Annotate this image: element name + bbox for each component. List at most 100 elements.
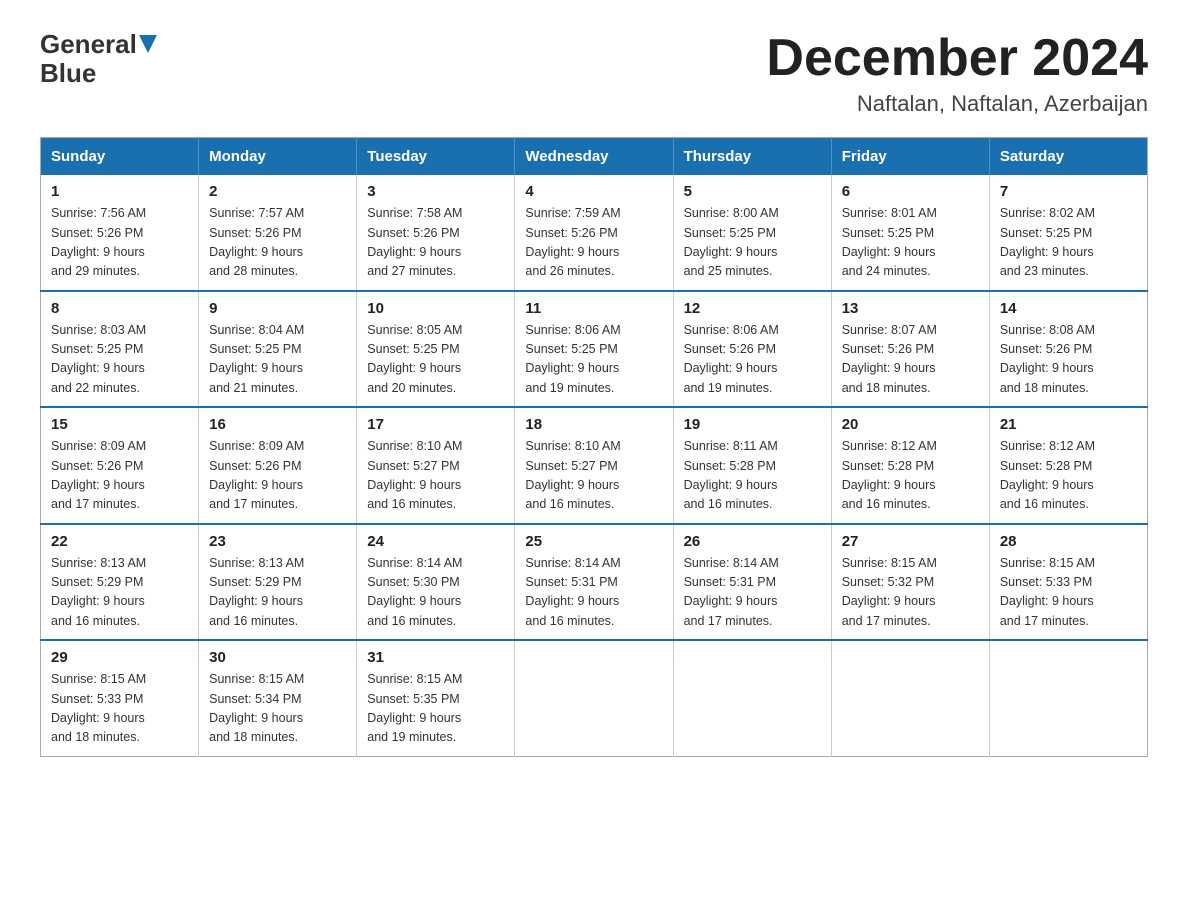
- day-info: Sunrise: 8:14 AMSunset: 5:31 PMDaylight:…: [525, 554, 662, 632]
- day-info: Sunrise: 8:15 AMSunset: 5:34 PMDaylight:…: [209, 670, 346, 748]
- day-info: Sunrise: 8:09 AMSunset: 5:26 PMDaylight:…: [51, 437, 188, 515]
- calendar-week-1: 1 Sunrise: 7:56 AMSunset: 5:26 PMDaylight…: [41, 175, 1148, 291]
- calendar-cell: 5Sunrise: 8:00 AMSunset: 5:25 PMDaylight…: [673, 175, 831, 291]
- calendar-cell: 15 Sunrise: 8:09 AMSunset: 5:26 PMDayligh…: [41, 407, 199, 524]
- calendar-cell: 2 Sunrise: 7:57 AMSunset: 5:26 PMDaylight…: [199, 175, 357, 291]
- day-info: Sunrise: 8:03 AMSunset: 5:25 PMDaylight:…: [51, 321, 188, 399]
- day-info: Sunrise: 8:05 AMSunset: 5:25 PMDaylight:…: [367, 321, 504, 399]
- day-info: Sunrise: 7:57 AMSunset: 5:26 PMDaylight:…: [209, 204, 346, 282]
- day-info: Sunrise: 8:13 AMSunset: 5:29 PMDaylight:…: [51, 554, 188, 632]
- calendar-week-2: 8 Sunrise: 8:03 AMSunset: 5:25 PMDaylight…: [41, 291, 1148, 408]
- calendar-cell: [831, 640, 989, 756]
- day-info: Sunrise: 7:58 AMSunset: 5:26 PMDaylight:…: [367, 204, 504, 282]
- calendar-cell: [989, 640, 1147, 756]
- title-block: December 2024 Naftalan, Naftalan, Azerba…: [766, 30, 1148, 117]
- day-info: Sunrise: 8:02 AMSunset: 5:25 PMDaylight:…: [1000, 204, 1137, 282]
- weekday-header-row: SundayMondayTuesdayWednesdayThursdayFrid…: [41, 138, 1148, 176]
- day-number: 16: [209, 416, 346, 433]
- calendar-cell: 31 Sunrise: 8:15 AMSunset: 5:35 PMDayligh…: [357, 640, 515, 756]
- calendar-cell: [515, 640, 673, 756]
- day-number: 12: [684, 300, 821, 317]
- day-info: Sunrise: 7:56 AMSunset: 5:26 PMDaylight:…: [51, 204, 188, 282]
- calendar-cell: 16 Sunrise: 8:09 AMSunset: 5:26 PMDayligh…: [199, 407, 357, 524]
- day-number: 29: [51, 649, 188, 666]
- day-number: 1: [51, 183, 188, 200]
- calendar-cell: 3 Sunrise: 7:58 AMSunset: 5:26 PMDaylight…: [357, 175, 515, 291]
- calendar-cell: 21Sunrise: 8:12 AMSunset: 5:28 PMDayligh…: [989, 407, 1147, 524]
- calendar-table: SundayMondayTuesdayWednesdayThursdayFrid…: [40, 137, 1148, 757]
- day-number: 3: [367, 183, 504, 200]
- day-number: 18: [525, 416, 662, 433]
- calendar-cell: 18 Sunrise: 8:10 AMSunset: 5:27 PMDayligh…: [515, 407, 673, 524]
- calendar-cell: 8 Sunrise: 8:03 AMSunset: 5:25 PMDaylight…: [41, 291, 199, 408]
- calendar-cell: 7 Sunrise: 8:02 AMSunset: 5:25 PMDaylight…: [989, 175, 1147, 291]
- logo-triangle-icon: [139, 33, 157, 55]
- day-number: 15: [51, 416, 188, 433]
- calendar-cell: 24 Sunrise: 8:14 AMSunset: 5:30 PMDayligh…: [357, 524, 515, 641]
- day-info: Sunrise: 8:15 AMSunset: 5:35 PMDaylight:…: [367, 670, 504, 748]
- calendar-week-3: 15 Sunrise: 8:09 AMSunset: 5:26 PMDayligh…: [41, 407, 1148, 524]
- day-number: 8: [51, 300, 188, 317]
- weekday-header-saturday: Saturday: [989, 138, 1147, 176]
- calendar-cell: 1 Sunrise: 7:56 AMSunset: 5:26 PMDaylight…: [41, 175, 199, 291]
- day-number: 2: [209, 183, 346, 200]
- day-number: 17: [367, 416, 504, 433]
- day-number: 9: [209, 300, 346, 317]
- day-number: 25: [525, 533, 662, 550]
- day-number: 30: [209, 649, 346, 666]
- day-number: 28: [1000, 533, 1137, 550]
- weekday-header-wednesday: Wednesday: [515, 138, 673, 176]
- calendar-week-4: 22Sunrise: 8:13 AMSunset: 5:29 PMDayligh…: [41, 524, 1148, 641]
- day-info: Sunrise: 8:10 AMSunset: 5:27 PMDaylight:…: [525, 437, 662, 515]
- day-number: 21: [1000, 416, 1137, 433]
- calendar-cell: 22Sunrise: 8:13 AMSunset: 5:29 PMDayligh…: [41, 524, 199, 641]
- page-header: General Blue December 2024 Naftalan, Naf…: [40, 30, 1148, 117]
- weekday-header-monday: Monday: [199, 138, 357, 176]
- weekday-header-friday: Friday: [831, 138, 989, 176]
- calendar-cell: 4 Sunrise: 7:59 AMSunset: 5:26 PMDaylight…: [515, 175, 673, 291]
- logo-blue-text: Blue: [40, 58, 96, 88]
- calendar-cell: [673, 640, 831, 756]
- day-number: 26: [684, 533, 821, 550]
- day-number: 31: [367, 649, 504, 666]
- day-number: 4: [525, 183, 662, 200]
- day-info: Sunrise: 8:15 AMSunset: 5:32 PMDaylight:…: [842, 554, 979, 632]
- calendar-cell: 6Sunrise: 8:01 AMSunset: 5:25 PMDaylight…: [831, 175, 989, 291]
- day-number: 24: [367, 533, 504, 550]
- day-number: 19: [684, 416, 821, 433]
- day-info: Sunrise: 8:06 AMSunset: 5:25 PMDaylight:…: [525, 321, 662, 399]
- day-info: Sunrise: 8:09 AMSunset: 5:26 PMDaylight:…: [209, 437, 346, 515]
- day-number: 14: [1000, 300, 1137, 317]
- day-info: Sunrise: 8:06 AMSunset: 5:26 PMDaylight:…: [684, 321, 821, 399]
- day-info: Sunrise: 8:04 AMSunset: 5:25 PMDaylight:…: [209, 321, 346, 399]
- weekday-header-thursday: Thursday: [673, 138, 831, 176]
- calendar-cell: 26 Sunrise: 8:14 AMSunset: 5:31 PMDayligh…: [673, 524, 831, 641]
- day-info: Sunrise: 7:59 AMSunset: 5:26 PMDaylight:…: [525, 204, 662, 282]
- day-info: Sunrise: 8:11 AMSunset: 5:28 PMDaylight:…: [684, 437, 821, 515]
- day-number: 5: [684, 183, 821, 200]
- day-number: 7: [1000, 183, 1137, 200]
- calendar-cell: 12 Sunrise: 8:06 AMSunset: 5:26 PMDayligh…: [673, 291, 831, 408]
- day-info: Sunrise: 8:07 AMSunset: 5:26 PMDaylight:…: [842, 321, 979, 399]
- logo: General Blue: [40, 30, 157, 87]
- weekday-header-sunday: Sunday: [41, 138, 199, 176]
- day-info: Sunrise: 8:12 AMSunset: 5:28 PMDaylight:…: [842, 437, 979, 515]
- calendar-cell: 9 Sunrise: 8:04 AMSunset: 5:25 PMDaylight…: [199, 291, 357, 408]
- day-number: 27: [842, 533, 979, 550]
- logo-general-text: General: [40, 30, 137, 59]
- calendar-cell: 27 Sunrise: 8:15 AMSunset: 5:32 PMDayligh…: [831, 524, 989, 641]
- day-info: Sunrise: 8:15 AMSunset: 5:33 PMDaylight:…: [51, 670, 188, 748]
- day-info: Sunrise: 8:14 AMSunset: 5:31 PMDaylight:…: [684, 554, 821, 632]
- calendar-cell: 29 Sunrise: 8:15 AMSunset: 5:33 PMDayligh…: [41, 640, 199, 756]
- calendar-cell: 19 Sunrise: 8:11 AMSunset: 5:28 PMDayligh…: [673, 407, 831, 524]
- day-info: Sunrise: 8:13 AMSunset: 5:29 PMDaylight:…: [209, 554, 346, 632]
- day-info: Sunrise: 8:14 AMSunset: 5:30 PMDaylight:…: [367, 554, 504, 632]
- calendar-cell: 25 Sunrise: 8:14 AMSunset: 5:31 PMDayligh…: [515, 524, 673, 641]
- day-number: 13: [842, 300, 979, 317]
- day-number: 23: [209, 533, 346, 550]
- day-number: 11: [525, 300, 662, 317]
- day-number: 6: [842, 183, 979, 200]
- day-number: 10: [367, 300, 504, 317]
- calendar-cell: 20Sunrise: 8:12 AMSunset: 5:28 PMDayligh…: [831, 407, 989, 524]
- weekday-header-tuesday: Tuesday: [357, 138, 515, 176]
